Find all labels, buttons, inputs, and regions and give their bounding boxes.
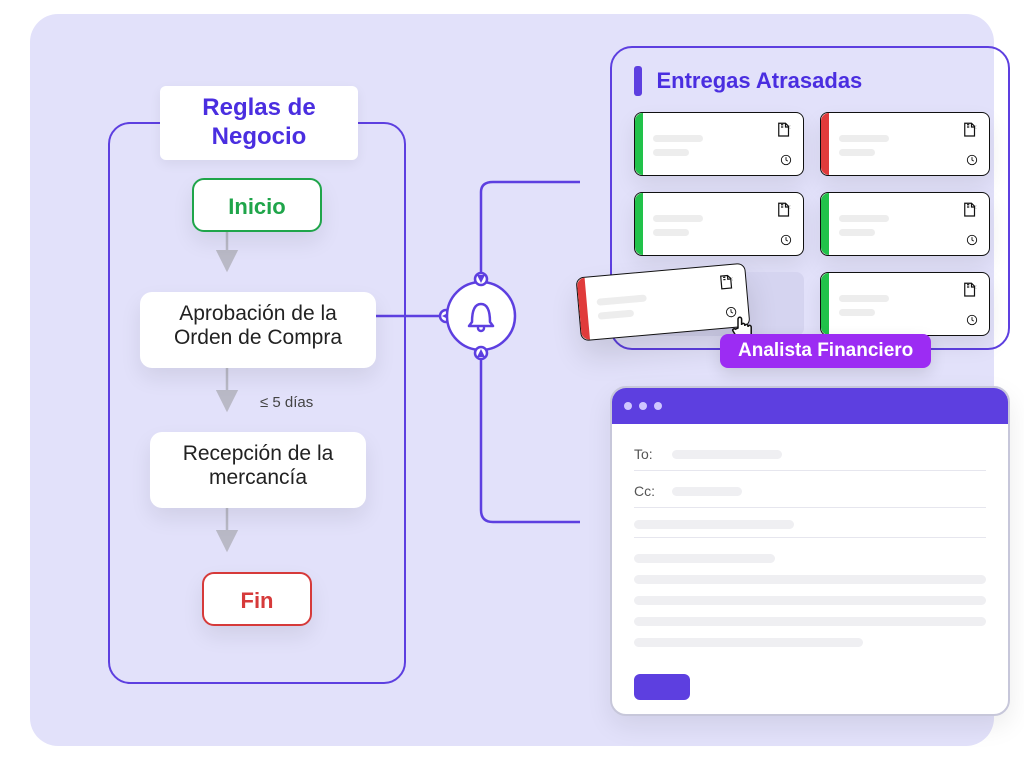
email-to-label: To: [634, 446, 662, 462]
flow-node-approval: Aprobación de la Orden de Compra [140, 292, 376, 368]
placeholder-bar [634, 638, 863, 647]
clock-icon [779, 153, 793, 167]
flow-node-start: Inicio [192, 178, 322, 232]
placeholder-bar [634, 575, 986, 584]
deliveries-title: Entregas Atrasadas [656, 68, 862, 94]
placeholder-bar [672, 450, 782, 459]
email-cc-label: Cc: [634, 483, 662, 499]
delivery-card[interactable]: : [634, 112, 804, 176]
status-stripe [635, 193, 643, 255]
document-icon: : [961, 201, 979, 219]
delivery-card[interactable]: : [820, 112, 990, 176]
diagram-canvas: Reglas de Negocio Inicio Aprobación de l… [30, 14, 994, 746]
status-stripe [635, 113, 643, 175]
flow-node-end: Fin [202, 572, 312, 626]
svg-text::: : [975, 285, 976, 291]
clock-icon [965, 153, 979, 167]
delivery-card[interactable]: : [634, 192, 804, 256]
delivery-card[interactable]: : [820, 192, 990, 256]
placeholder-bar [634, 520, 794, 529]
document-icon: : [775, 121, 793, 139]
placeholder-bar [634, 554, 775, 563]
placeholder-bar [672, 487, 742, 496]
svg-text::: : [789, 125, 790, 131]
document-icon: : [775, 201, 793, 219]
status-stripe [821, 273, 829, 335]
sla-label: ≤ 5 días [260, 394, 313, 411]
delivery-card[interactable]: : [820, 272, 990, 336]
svg-text::: : [975, 205, 976, 211]
status-stripe [821, 193, 829, 255]
email-titlebar [612, 388, 1008, 424]
email-window: To: Cc: [610, 386, 1010, 716]
panel-accent [634, 66, 642, 96]
traffic-dot [624, 402, 632, 410]
placeholder-bar [634, 596, 986, 605]
clock-icon [965, 233, 979, 247]
role-pill: Analista Financiero [720, 334, 931, 368]
document-icon: : [717, 273, 737, 293]
svg-text::: : [789, 205, 790, 211]
clock-icon [965, 313, 979, 327]
traffic-dot [654, 402, 662, 410]
document-icon: : [961, 281, 979, 299]
status-stripe [821, 113, 829, 175]
email-send-button[interactable] [634, 674, 690, 700]
svg-text::: : [731, 276, 733, 282]
rules-title: Reglas de Negocio [160, 86, 358, 160]
placeholder-bar [634, 617, 986, 626]
document-icon: : [961, 121, 979, 139]
svg-text::: : [975, 125, 976, 131]
traffic-dot [639, 402, 647, 410]
flow-node-receive: Recepción de la mercancía [150, 432, 366, 508]
clock-icon [779, 233, 793, 247]
